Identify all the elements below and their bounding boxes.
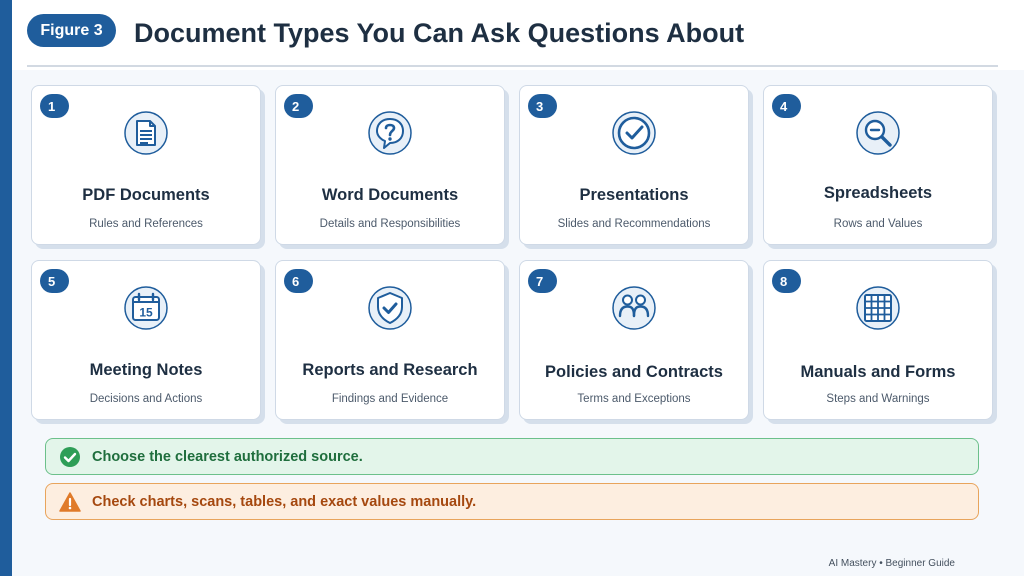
card-title: Meeting Notes (89, 361, 203, 379)
card-number: 7 (528, 269, 557, 293)
card-title: PDF Documents (82, 186, 210, 204)
shield-check-icon (368, 286, 412, 330)
tip-callout: Choose the clearest authorized source. (45, 438, 979, 475)
card-meeting-notes: 5 15 Meeting Notes Decisions and Actions (31, 260, 261, 420)
magnifier-icon (856, 111, 900, 155)
people-icon (612, 286, 656, 330)
left-accent-bar (0, 0, 12, 576)
calendar-icon: 15 (124, 286, 168, 330)
card-title: Reports and Research (302, 361, 478, 379)
card-title: Policies and Contracts (545, 363, 723, 381)
card-subtitle: Steps and Warnings (826, 393, 930, 405)
check-circle-icon (612, 111, 656, 155)
card-policies-and-contracts: 7 Policies and Contracts Terms and Excep… (519, 260, 749, 420)
card-subtitle: Rules and References (89, 218, 203, 230)
card-title: Manuals and Forms (800, 363, 956, 381)
grid-table-icon (856, 286, 900, 330)
page-title: Document Types You Can Ask Questions Abo… (134, 18, 745, 48)
card-word-documents: 2 Word Documents Details and Responsibil… (275, 85, 505, 245)
warning-callout: Check charts, scans, tables, and exact v… (45, 483, 979, 520)
card-number: 8 (772, 269, 801, 293)
card-subtitle: Rows and Values (833, 218, 923, 230)
footer-text: AI Mastery • Beginner Guide (828, 558, 955, 569)
card-subtitle: Terms and Exceptions (577, 393, 691, 405)
calendar-day: 15 (139, 306, 153, 320)
card-number: 5 (40, 269, 69, 293)
card-number: 4 (772, 94, 801, 118)
question-bubble-icon (368, 111, 412, 155)
card-number: 3 (528, 94, 557, 118)
card-title: Presentations (579, 186, 689, 204)
pdf-document-icon (124, 111, 168, 155)
card-spreadsheets: 4 Spreadsheets Rows and Values (763, 85, 993, 245)
card-title: Word Documents (321, 186, 459, 204)
card-subtitle: Details and Responsibilities (319, 218, 461, 230)
card-presentations: 3 Presentations Slides and Recommendatio… (519, 85, 749, 245)
card-number: 6 (284, 269, 313, 293)
card-number: 2 (284, 94, 313, 118)
card-number: 1 (40, 94, 69, 118)
check-circle-icon (60, 446, 80, 467)
figure-badge: Figure 3 (27, 14, 116, 47)
card-subtitle: Decisions and Actions (89, 393, 203, 405)
card-title: Spreadsheets (823, 184, 933, 202)
warning-text: Check charts, scans, tables, and exact v… (92, 493, 477, 510)
tip-text: Choose the clearest authorized source. (92, 448, 363, 465)
card-pdf-documents: 1 PDF Documents Rules and References (31, 85, 261, 245)
card-reports-and-research: 6 Reports and Research Findings and Evid… (275, 260, 505, 420)
card-manuals-and-forms: 8 Manuals and Forms Steps and Warnings (763, 260, 993, 420)
warning-triangle-icon (59, 491, 81, 512)
card-subtitle: Findings and Evidence (331, 393, 449, 405)
header-divider (27, 65, 998, 67)
card-subtitle: Slides and Recommendations (557, 218, 711, 230)
